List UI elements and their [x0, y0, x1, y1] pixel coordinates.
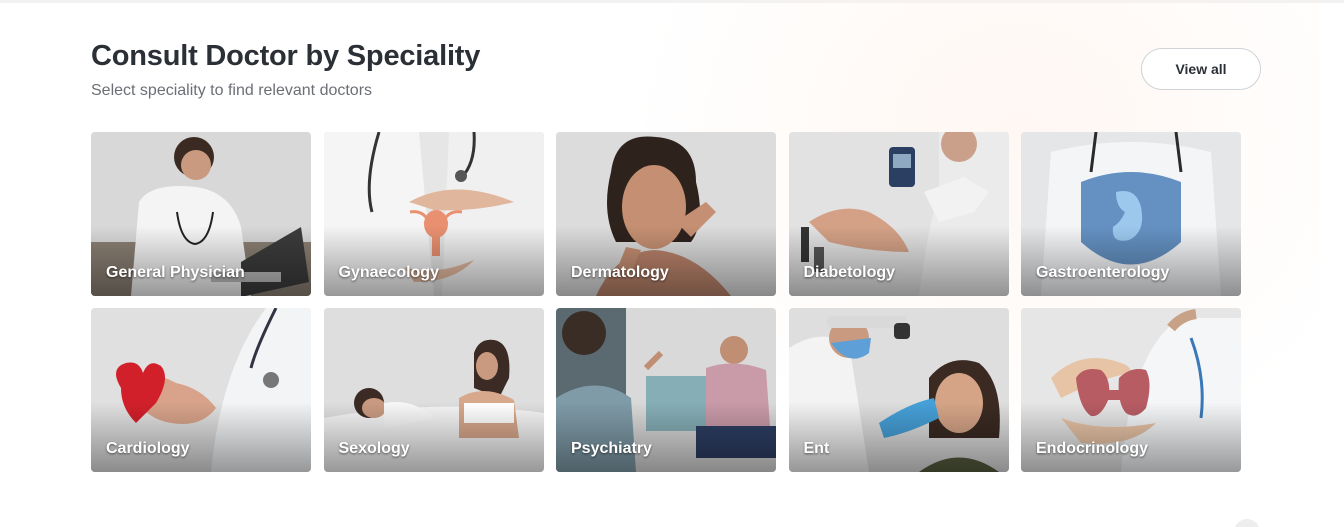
card-shade — [788, 402, 1009, 472]
speciality-label: Cardiology — [106, 440, 190, 457]
speciality-card-ent[interactable]: Ent — [788, 308, 1009, 472]
speciality-label: Gynaecology — [338, 264, 439, 281]
card-shade — [91, 226, 311, 296]
section-header: Consult Doctor by Speciality Select spec… — [91, 38, 1261, 108]
speciality-card-endocrinology[interactable]: Endocrinology — [1021, 308, 1241, 472]
speciality-card-psychiatry[interactable]: Psychiatry — [556, 308, 776, 472]
section-title: Consult Doctor by Speciality — [91, 40, 481, 72]
speciality-label: Diabetology — [803, 264, 896, 281]
speciality-card-cardiology[interactable]: Cardiology — [91, 308, 311, 472]
speciality-card-diabetology[interactable]: Diabetology — [788, 132, 1009, 296]
card-shade — [323, 402, 544, 472]
speciality-label: Sexology — [338, 440, 410, 457]
speciality-label: Psychiatry — [571, 440, 652, 457]
speciality-label: Endocrinology — [1036, 440, 1148, 457]
speciality-card-sexology[interactable]: Sexology — [323, 308, 544, 472]
card-shade — [788, 226, 1009, 296]
speciality-label: Dermatology — [571, 264, 669, 281]
speciality-label: Ent — [803, 440, 830, 457]
speciality-card-gynaecology[interactable]: Gynaecology — [323, 132, 544, 296]
card-shade — [323, 226, 544, 296]
section-subtitle: Select speciality to find relevant docto… — [91, 82, 373, 99]
speciality-card-dermatology[interactable]: Dermatology — [556, 132, 776, 296]
carousel-scroll-indicator[interactable] — [1234, 519, 1260, 527]
speciality-card-general-physician[interactable]: General Physician — [91, 132, 311, 296]
card-shade — [556, 226, 776, 296]
speciality-card-gastroenterology[interactable]: Gastroenterology — [1021, 132, 1241, 296]
speciality-grid: General Physician Gynaecology Dermatolog… — [91, 132, 1241, 472]
view-all-button[interactable]: View all — [1141, 48, 1261, 90]
speciality-label: General Physician — [106, 264, 245, 281]
card-shade — [1021, 402, 1241, 472]
top-divider — [0, 0, 1344, 3]
card-shade — [556, 402, 776, 472]
speciality-label: Gastroenterology — [1036, 264, 1170, 281]
card-shade — [91, 402, 311, 472]
card-shade — [1021, 226, 1241, 296]
